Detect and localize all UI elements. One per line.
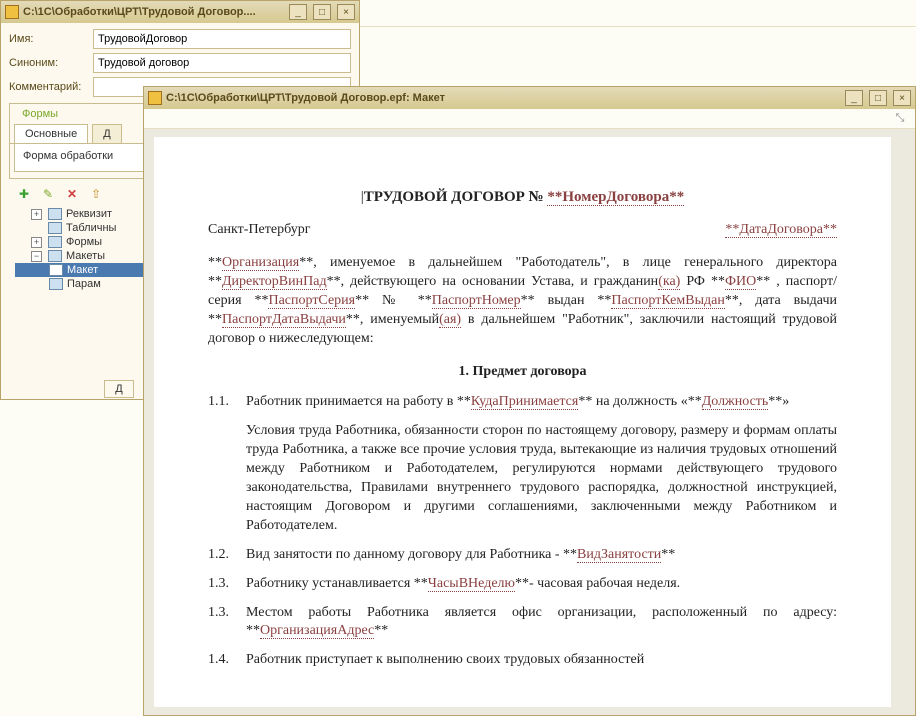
field-direktor: ДиректорВинПад (222, 274, 327, 290)
field-organizatsiya: Организация (222, 255, 299, 271)
synonym-label: Синоним: (9, 57, 93, 69)
add-button[interactable]: ✚ (15, 185, 33, 203)
field-pasport-kem-vydan: ПаспортКемВыдан (611, 293, 724, 309)
close-button[interactable]: × (337, 4, 355, 20)
minimize-button[interactable]: _ (845, 90, 863, 106)
tab-body-text: Форма обработки (23, 150, 113, 162)
field-pasport-seria: ПаспортСерия (268, 293, 355, 309)
clause-1-3b: 1.3. Местом работы Работника является оф… (208, 604, 837, 642)
field-vid-zanyatosti: ВидЗанятости (577, 547, 661, 563)
field-data-dogovora: **ДатаДоговора** (725, 222, 837, 238)
tree-icon (49, 264, 63, 276)
collapse-icon[interactable]: ⤡ (893, 111, 907, 125)
forms-group-title: Формы (18, 108, 62, 120)
tab-main[interactable]: Основные (14, 124, 88, 143)
field-kuda-prinimaetsya: КудаПринимается (471, 394, 578, 410)
field-dolzhnost: Должность (702, 394, 769, 410)
document-scroll[interactable]: |ТРУДОВОЙ ДОГОВОР № **НомерДоговора** Са… (144, 129, 915, 715)
document-title: C:\1С\Обработки\ЦРТ\Трудовой Договор.epf… (166, 92, 839, 104)
tree-icon (48, 250, 62, 262)
field-org-adres: ОрганизацияАдрес (260, 623, 374, 639)
city: Санкт-Петербург (208, 221, 310, 240)
document-page: |ТРУДОВОЙ ДОГОВОР № **НомерДоговора** Са… (154, 137, 891, 707)
comment-label: Комментарий: (9, 81, 93, 93)
name-input[interactable] (93, 29, 351, 49)
document-ruler-area: ⤡ (144, 109, 915, 129)
tab-other[interactable]: Д (92, 124, 121, 143)
window-icon (5, 5, 19, 19)
field-fio: ФИО (725, 274, 756, 290)
form-editor-title: C:\1С\Обработки\ЦРТ\Трудовой Договор.... (23, 6, 283, 18)
tree-icon (48, 236, 62, 248)
tree-icon (49, 278, 63, 290)
form-editor-titlebar[interactable]: C:\1С\Обработки\ЦРТ\Трудовой Договор....… (1, 1, 359, 23)
maximize-button[interactable]: □ (869, 90, 887, 106)
field-pasport-data: ПаспортДатаВыдачи (222, 312, 346, 328)
window-icon (148, 91, 162, 105)
synonym-input[interactable] (93, 53, 351, 73)
close-button[interactable]: × (893, 90, 911, 106)
field-ka: (ка) (658, 274, 680, 290)
field-chasy-v-nedelyu: ЧасыВНеделю (428, 576, 515, 592)
background-separator (360, 26, 916, 27)
section-1-heading: 1. Предмет договора (208, 363, 837, 382)
bottom-d-button[interactable]: Д (104, 380, 134, 398)
clause-1-2: 1.2. Вид занятости по данному договору д… (208, 546, 837, 565)
document-window: C:\1С\Обработки\ЦРТ\Трудовой Договор.epf… (143, 86, 916, 716)
city-date-row: Санкт-Петербург **ДатаДоговора** (208, 221, 837, 240)
clause-1-4: 1.4. Работник приступает к выполнению св… (208, 651, 837, 670)
preamble: **Организация**, именуемое в дальнейшем … (208, 254, 837, 348)
delete-button[interactable]: ✕ (63, 185, 81, 203)
expand-icon[interactable]: + (31, 237, 42, 248)
maximize-button[interactable]: □ (313, 4, 331, 20)
field-pasport-nomer: ПаспортНомер (432, 293, 521, 309)
field-aya: (ая) (439, 312, 461, 328)
collapse-icon[interactable]: − (31, 251, 42, 262)
name-label: Имя: (9, 33, 93, 45)
move-up-button[interactable]: ⇧ (87, 185, 105, 203)
clause-1-1-sub: Условия труда Работника, обязанности сто… (246, 422, 837, 535)
clause-1-3a: 1.3. Работнику устанавливается **ЧасыВНе… (208, 575, 837, 594)
tree-icon (48, 208, 62, 220)
minimize-button[interactable]: _ (289, 4, 307, 20)
field-nomer-dogovora: **НомерДоговора** (547, 189, 684, 206)
tree-icon (48, 222, 62, 234)
edit-button[interactable]: ✎ (39, 185, 57, 203)
doc-heading: |ТРУДОВОЙ ДОГОВОР № **НомерДоговора** (208, 187, 837, 207)
expand-icon[interactable]: + (31, 209, 42, 220)
clause-1-1: 1.1. Работник принимается на работу в **… (208, 393, 837, 535)
document-titlebar[interactable]: C:\1С\Обработки\ЦРТ\Трудовой Договор.epf… (144, 87, 915, 109)
